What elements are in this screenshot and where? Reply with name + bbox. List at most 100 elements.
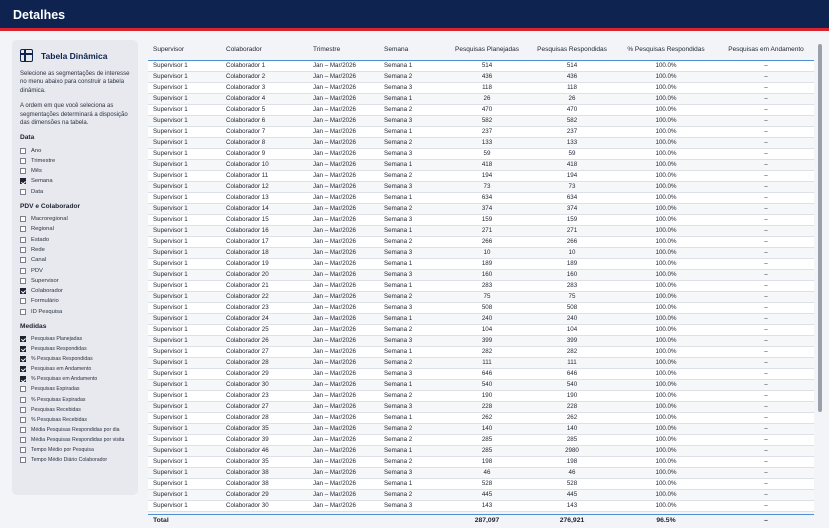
- cell-supervisor: Supervisor 1: [148, 258, 226, 270]
- cell-semana: Semana 2: [384, 104, 444, 116]
- cell-pesquisas-andamento: –: [718, 401, 814, 413]
- cell-pesquisas-andamento: –: [718, 280, 814, 292]
- cell-pesquisas-planejadas: 140: [444, 423, 530, 435]
- column-header-pesquisas-planejadas[interactable]: Pesquisas Planejadas: [444, 40, 530, 61]
- cell-colaborador: Colaborador 20: [226, 269, 313, 281]
- segment-option[interactable]: Pesquisas em Andamento: [20, 364, 130, 374]
- cell-pesquisas-respondidas: 418: [530, 159, 614, 171]
- cell-trimestre: Jan – Mar/2026: [313, 346, 384, 358]
- cell-pesquisas-andamento: –: [718, 390, 814, 402]
- segment-checkbox[interactable]: [20, 147, 26, 154]
- section-title: Data: [20, 134, 35, 142]
- segment-option[interactable]: Semana: [20, 176, 130, 186]
- segment-checkbox[interactable]: [20, 298, 26, 305]
- segment-checkbox[interactable]: [20, 188, 26, 195]
- segment-option[interactable]: Pesquisas Planejadas: [20, 334, 130, 344]
- cell-colaborador: Colaborador 24: [226, 313, 313, 325]
- cell-pesquisas-respondidas: 271: [530, 225, 614, 237]
- column-header-pesquisas-andamento[interactable]: Pesquisas em Andamento: [718, 40, 814, 61]
- segment-option[interactable]: % Pesquisas Recebidas: [20, 415, 130, 425]
- cell-pesquisas-planejadas: 374: [444, 203, 530, 215]
- segment-checkbox[interactable]: [20, 257, 26, 264]
- segment-checkbox[interactable]: [20, 457, 26, 464]
- segment-checkbox[interactable]: [20, 178, 26, 185]
- segment-option[interactable]: Data: [20, 187, 130, 197]
- sidebar-header: Tabela Dinâmica: [20, 49, 130, 62]
- cell-pesquisas-respondidas: 198: [530, 456, 614, 468]
- segment-option-label: Pesquisas em Andamento: [31, 366, 92, 373]
- cell-pct-respondidas: 100.0%: [614, 302, 718, 314]
- segment-option[interactable]: Rede: [20, 245, 130, 255]
- segment-option[interactable]: Formulário: [20, 296, 130, 306]
- segment-option[interactable]: Ano: [20, 145, 130, 155]
- segment-option[interactable]: Tempo Médio por Pesquisa: [20, 445, 130, 455]
- cell-pesquisas-andamento: –: [718, 214, 814, 226]
- cell-colaborador: Colaborador 13: [226, 192, 313, 204]
- cell-pesquisas-planejadas: 283: [444, 280, 530, 292]
- segment-option[interactable]: Pesquisas Expiradas: [20, 384, 130, 394]
- segment-checkbox[interactable]: [20, 416, 26, 423]
- segment-checkbox[interactable]: [20, 366, 26, 373]
- cell-pct-respondidas: 100.0%: [614, 225, 718, 237]
- segment-section: Medidas Pesquisas Planejadas Pesquisas Res…: [20, 323, 130, 465]
- segment-checkbox[interactable]: [20, 396, 26, 403]
- cell-pesquisas-respondidas: 262: [530, 412, 614, 424]
- segment-option[interactable]: Mês: [20, 166, 130, 176]
- segment-checkbox[interactable]: [20, 356, 26, 363]
- column-header-colaborador[interactable]: Colaborador: [226, 40, 313, 61]
- segment-checkbox[interactable]: [20, 406, 26, 413]
- segment-option[interactable]: Macroregional: [20, 214, 130, 224]
- table-row: Supervisor 1 Colaborador 6 Jan – Mar/2026 S…: [148, 115, 814, 127]
- segment-checkbox[interactable]: [20, 335, 26, 342]
- segment-option[interactable]: Canal: [20, 255, 130, 265]
- segment-option[interactable]: % Pesquisas Expiradas: [20, 394, 130, 404]
- segment-option[interactable]: % Pesquisas Respondidas: [20, 354, 130, 364]
- cell-semana: Semana 2: [384, 357, 444, 369]
- segment-checkbox[interactable]: [20, 426, 26, 433]
- segment-checkbox[interactable]: [20, 236, 26, 243]
- column-header-pct-respondidas[interactable]: % Pesquisas Respondidas: [614, 40, 718, 61]
- cell-pesquisas-respondidas: 143: [530, 500, 614, 512]
- table-row: Supervisor 1 Colaborador 27 Jan – Mar/2026…: [148, 401, 814, 413]
- segment-option[interactable]: Pesquisas Recebidas: [20, 405, 130, 415]
- segment-option[interactable]: ID Pesquisa: [20, 307, 130, 317]
- segment-option[interactable]: Supervisor: [20, 276, 130, 286]
- segment-option[interactable]: Tempo Médio Diário Colaborador: [20, 455, 130, 465]
- segment-option[interactable]: Estado: [20, 235, 130, 245]
- segment-option[interactable]: Média Pesquisas Respondidas por visita: [20, 435, 130, 445]
- segment-checkbox[interactable]: [20, 436, 26, 443]
- segment-checkbox[interactable]: [20, 376, 26, 383]
- column-header-supervisor[interactable]: Supervisor: [148, 40, 226, 61]
- column-header-trimestre[interactable]: Trimestre: [313, 40, 384, 61]
- cell-supervisor: Supervisor 1: [148, 489, 226, 501]
- cell-pesquisas-planejadas: 418: [444, 159, 530, 171]
- segment-checkbox[interactable]: [20, 216, 26, 223]
- total-planejadas: 287,097: [444, 513, 530, 528]
- segment-option[interactable]: Média Pesquisas Respondidas por dia: [20, 425, 130, 435]
- segment-option-label: % Pesquisas Expiradas: [31, 396, 86, 403]
- segment-checkbox[interactable]: [20, 277, 26, 284]
- segment-option[interactable]: Pesquisas Respondidas: [20, 344, 130, 354]
- cell-pesquisas-respondidas: 283: [530, 280, 614, 292]
- segment-checkbox[interactable]: [20, 246, 26, 253]
- segment-option[interactable]: Trimestre: [20, 156, 130, 166]
- segment-option[interactable]: PDV: [20, 265, 130, 275]
- segment-checkbox[interactable]: [20, 346, 26, 353]
- segment-checkbox[interactable]: [20, 267, 26, 274]
- segment-checkbox[interactable]: [20, 168, 26, 175]
- segment-checkbox[interactable]: [20, 157, 26, 164]
- cell-colaborador: Colaborador 46: [226, 445, 313, 457]
- table-scrollbar-thumb[interactable]: [818, 44, 822, 412]
- segment-checkbox[interactable]: [20, 308, 26, 315]
- segment-option[interactable]: Colaborador: [20, 286, 130, 296]
- column-header-pesquisas-respondidas[interactable]: Pesquisas Respondidas: [530, 40, 614, 61]
- column-header-semana[interactable]: Semana: [384, 40, 444, 61]
- segment-option[interactable]: Regional: [20, 224, 130, 234]
- segment-checkbox[interactable]: [20, 288, 26, 295]
- segment-checkbox[interactable]: [20, 226, 26, 233]
- segment-option[interactable]: % Pesquisas em Andamento: [20, 374, 130, 384]
- cell-colaborador: Colaborador 1: [226, 60, 313, 72]
- cell-pct-respondidas: 100.0%: [614, 379, 718, 391]
- segment-checkbox[interactable]: [20, 446, 26, 453]
- segment-checkbox[interactable]: [20, 386, 26, 393]
